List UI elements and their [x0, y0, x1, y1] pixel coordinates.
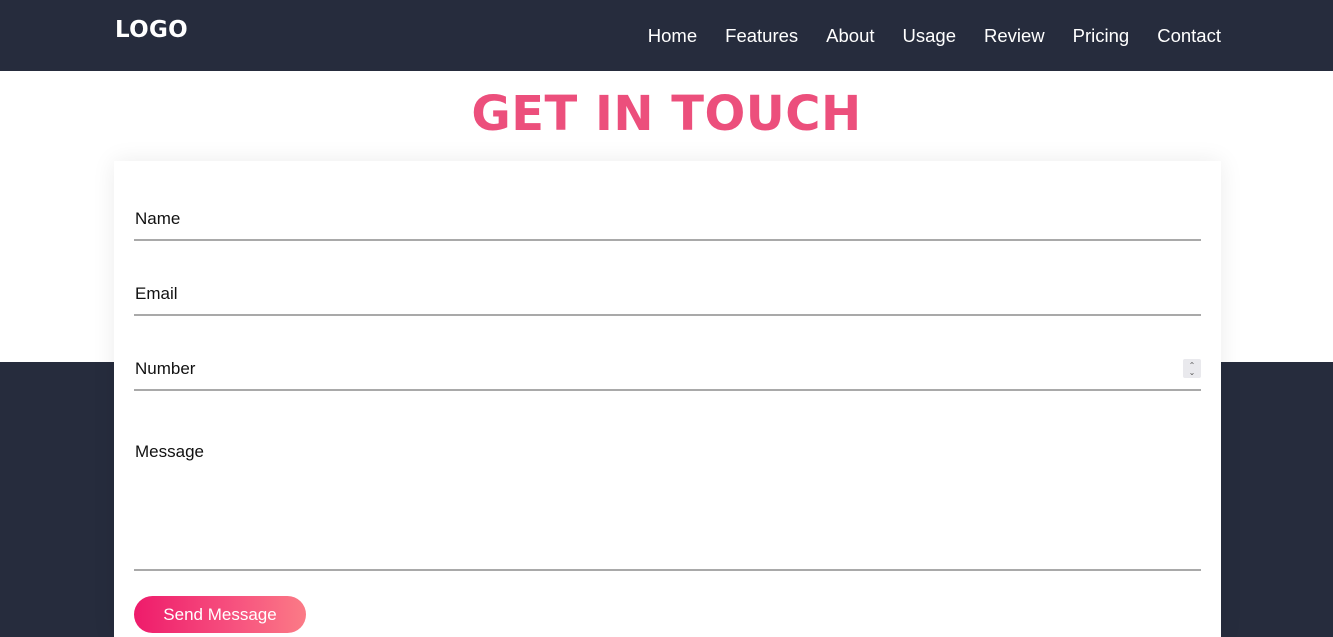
send-message-button[interactable]: Send Message	[134, 596, 306, 633]
nav-links: Home Features About Usage Review Pricing…	[648, 0, 1221, 71]
nav-link-contact[interactable]: Contact	[1157, 25, 1221, 46]
contact-page: LOGO Home Features About Usage Review Pr…	[0, 0, 1333, 637]
nav-link-features[interactable]: Features	[725, 25, 798, 46]
email-field-wrapper	[134, 274, 1201, 316]
navbar: LOGO Home Features About Usage Review Pr…	[0, 0, 1333, 71]
nav-link-usage[interactable]: Usage	[903, 25, 956, 46]
email-input[interactable]	[134, 274, 1201, 314]
message-textarea[interactable]	[134, 424, 1201, 569]
chevron-down-icon[interactable]: ⌄	[1189, 368, 1196, 376]
message-field-wrapper	[134, 424, 1201, 571]
number-spinner[interactable]: ⌃ ⌄	[1183, 359, 1201, 378]
page-title: GET IN TOUCH	[471, 86, 862, 142]
number-field-wrapper: ⌃ ⌄	[134, 349, 1201, 391]
nav-link-home[interactable]: Home	[648, 25, 697, 46]
number-input[interactable]	[134, 349, 1201, 389]
nav-link-about[interactable]: About	[826, 25, 874, 46]
nav-link-pricing[interactable]: Pricing	[1073, 25, 1130, 46]
name-field-wrapper	[134, 199, 1201, 241]
nav-link-review[interactable]: Review	[984, 25, 1045, 46]
logo[interactable]: LOGO	[115, 17, 188, 43]
name-input[interactable]	[134, 199, 1201, 239]
contact-form: ⌃ ⌄ Send Message	[114, 161, 1221, 637]
